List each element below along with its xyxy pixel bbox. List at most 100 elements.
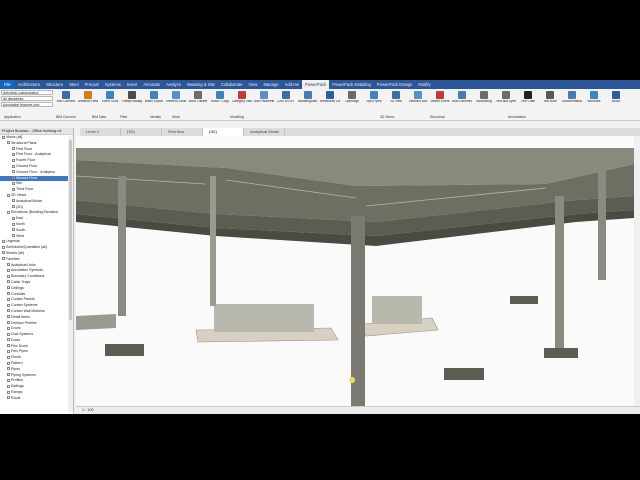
expand-toggle-icon[interactable] [7,384,10,388]
expand-toggle-icon[interactable] [12,158,15,162]
view-scale[interactable]: 1 : 100 [82,408,94,412]
expand-toggle-icon[interactable] [12,222,15,226]
auto-dimensioning-button[interactable]: Auto Dimensioning [452,90,472,104]
bim-connect-button[interactable]: BIM Connect [56,90,76,104]
nestworks-clashes-button[interactable]: Nestworks Clashes [320,90,340,104]
cad-to-rvt-button[interactable]: CAD to RVT [276,90,296,104]
expand-toggle-icon[interactable] [7,297,10,301]
add-parameters-button[interactable]: Add Parameters [254,90,274,104]
expand-toggle-icon[interactable] [7,379,10,383]
expand-toggle-icon[interactable] [2,135,5,139]
ribbon-tab-precast[interactable]: Precast [82,80,102,89]
ribbon-tab-manage[interactable]: Manage [260,80,281,89]
expand-toggle-icon[interactable] [7,292,10,296]
expand-toggle-icon[interactable] [12,205,15,209]
isolate-ignore-geometry-button[interactable]: Isolate/Ignore Geometry [298,90,318,104]
ribbon-tab-powerpack[interactable]: PowerPack [302,80,330,89]
expand-toggle-icon[interactable] [12,164,15,168]
expand-toggle-icon[interactable] [7,344,10,348]
view-tab[interactable]: Level 2 [80,128,121,136]
expand-toggle-icon[interactable] [12,147,15,151]
expand-toggle-icon[interactable] [12,176,15,180]
ribbon-tab-insert[interactable]: Insert [124,80,140,89]
view-tab[interactable]: Analytical Model [244,128,285,136]
expand-toggle-icon[interactable] [12,181,15,185]
expand-toggle-icon[interactable] [7,367,10,371]
expand-toggle-icon[interactable] [2,239,5,243]
ribbon-tab-systems[interactable]: Systems [102,80,124,89]
event-tools-button[interactable]: Event Tools [100,90,120,104]
expand-toggle-icon[interactable] [7,274,10,278]
view-tab[interactable]: {3D} [203,128,244,136]
expand-toggle-icon[interactable] [7,210,10,214]
ribbon-tab-file[interactable]: File [0,80,15,89]
ribbon-tab-analyze[interactable]: Analyze [163,80,184,89]
view-tab[interactable]: First floor [162,128,203,136]
expand-toggle-icon[interactable] [12,228,15,232]
3d-viewport[interactable] [76,136,634,408]
text-note-button[interactable]: Text Note [540,90,560,104]
ribbon-tab-powerpack-design[interactable]: PowerPack Design [374,80,415,89]
expand-toggle-icon[interactable] [12,170,15,174]
family-manager-button[interactable]: Family Manager [122,90,142,104]
expand-toggle-icon[interactable] [12,216,15,220]
expand-toggle-icon[interactable] [7,338,10,342]
expand-toggle-icon[interactable] [7,350,10,354]
application-combo-0[interactable]: Autodesk customization [1,90,53,95]
ribbon-tab-structure[interactable]: Structure [43,80,66,89]
ribbon-tab-powerpack-detailing[interactable]: PowerPack Detailing [329,80,374,89]
expand-toggle-icon[interactable] [7,286,10,290]
batch-export-button[interactable]: Batch Export [144,90,164,104]
expand-toggle-icon[interactable] [7,326,10,330]
numbering-button[interactable]: Numbering [474,90,494,104]
openings-button[interactable]: Openings [342,90,362,104]
application-combo-2[interactable]: Annotation features only [1,102,53,107]
element-lookup-button[interactable]: Element Lookup [166,90,186,104]
expand-toggle-icon[interactable] [7,390,10,394]
expand-toggle-icon[interactable] [7,361,10,365]
ribbon-tab-view[interactable]: View [245,80,260,89]
expand-toggle-icon[interactable] [7,193,10,197]
advance-design-button[interactable]: Advance Design [78,90,98,104]
expand-toggle-icon[interactable] [7,309,10,313]
browser-scrollbar[interactable] [68,136,73,412]
ribbon-tab-steel[interactable]: Steel [66,80,82,89]
expand-toggle-icon[interactable] [12,152,15,156]
application-combo-1[interactable]: All disciplines [1,96,53,101]
about-button[interactable]: About [606,90,626,104]
expand-toggle-icon[interactable] [7,396,10,400]
ribbon-tab-modify[interactable]: Modify [415,80,433,89]
text-case-button[interactable]: Text Case [518,90,538,104]
text-and-symbols-button[interactable]: Text and Symbols [496,90,516,104]
building-model[interactable] [76,136,634,408]
sections-box-button[interactable]: Sections Box [408,90,428,104]
expand-toggle-icon[interactable] [7,268,10,272]
expand-toggle-icon[interactable] [7,332,10,336]
ribbon-tab-annotate[interactable]: Annotate [140,80,163,89]
scrollbar-thumb[interactable] [69,140,72,320]
expand-toggle-icon[interactable] [7,355,10,359]
expand-toggle-icon[interactable] [7,373,10,377]
documentation-button[interactable]: Documentation [562,90,582,104]
ribbon-tab-architecture[interactable]: Architecture [15,80,43,89]
expand-toggle-icon[interactable] [7,263,10,267]
work-tracker-button[interactable]: Work Tracker [188,90,208,104]
windows-button[interactable]: Windows [584,90,604,104]
ribbon-tab-add-ins[interactable]: Add-Ins [282,80,302,89]
tree-item[interactable]: Roofs [0,396,73,402]
expand-toggle-icon[interactable] [7,303,10,307]
3d-view-button[interactable]: 3D View [386,90,406,104]
expand-toggle-icon[interactable] [2,251,5,255]
split-pipes-button[interactable]: Split Pipes [364,90,384,104]
expand-toggle-icon[interactable] [12,234,15,238]
expand-toggle-icon[interactable] [2,257,5,261]
expand-toggle-icon[interactable] [7,321,10,325]
ribbon-tab-collaborate[interactable]: Collaborate [218,80,245,89]
ribbon-tab-massing-site[interactable]: Massing & Site [184,80,218,89]
expand-toggle-icon[interactable] [7,315,10,319]
expand-toggle-icon[interactable] [2,245,5,249]
expand-toggle-icon[interactable] [12,199,15,203]
expand-toggle-icon[interactable] [12,187,15,191]
view-tab[interactable]: {3D} [121,128,162,136]
move-copy-button[interactable]: Move / Copy [210,90,230,104]
